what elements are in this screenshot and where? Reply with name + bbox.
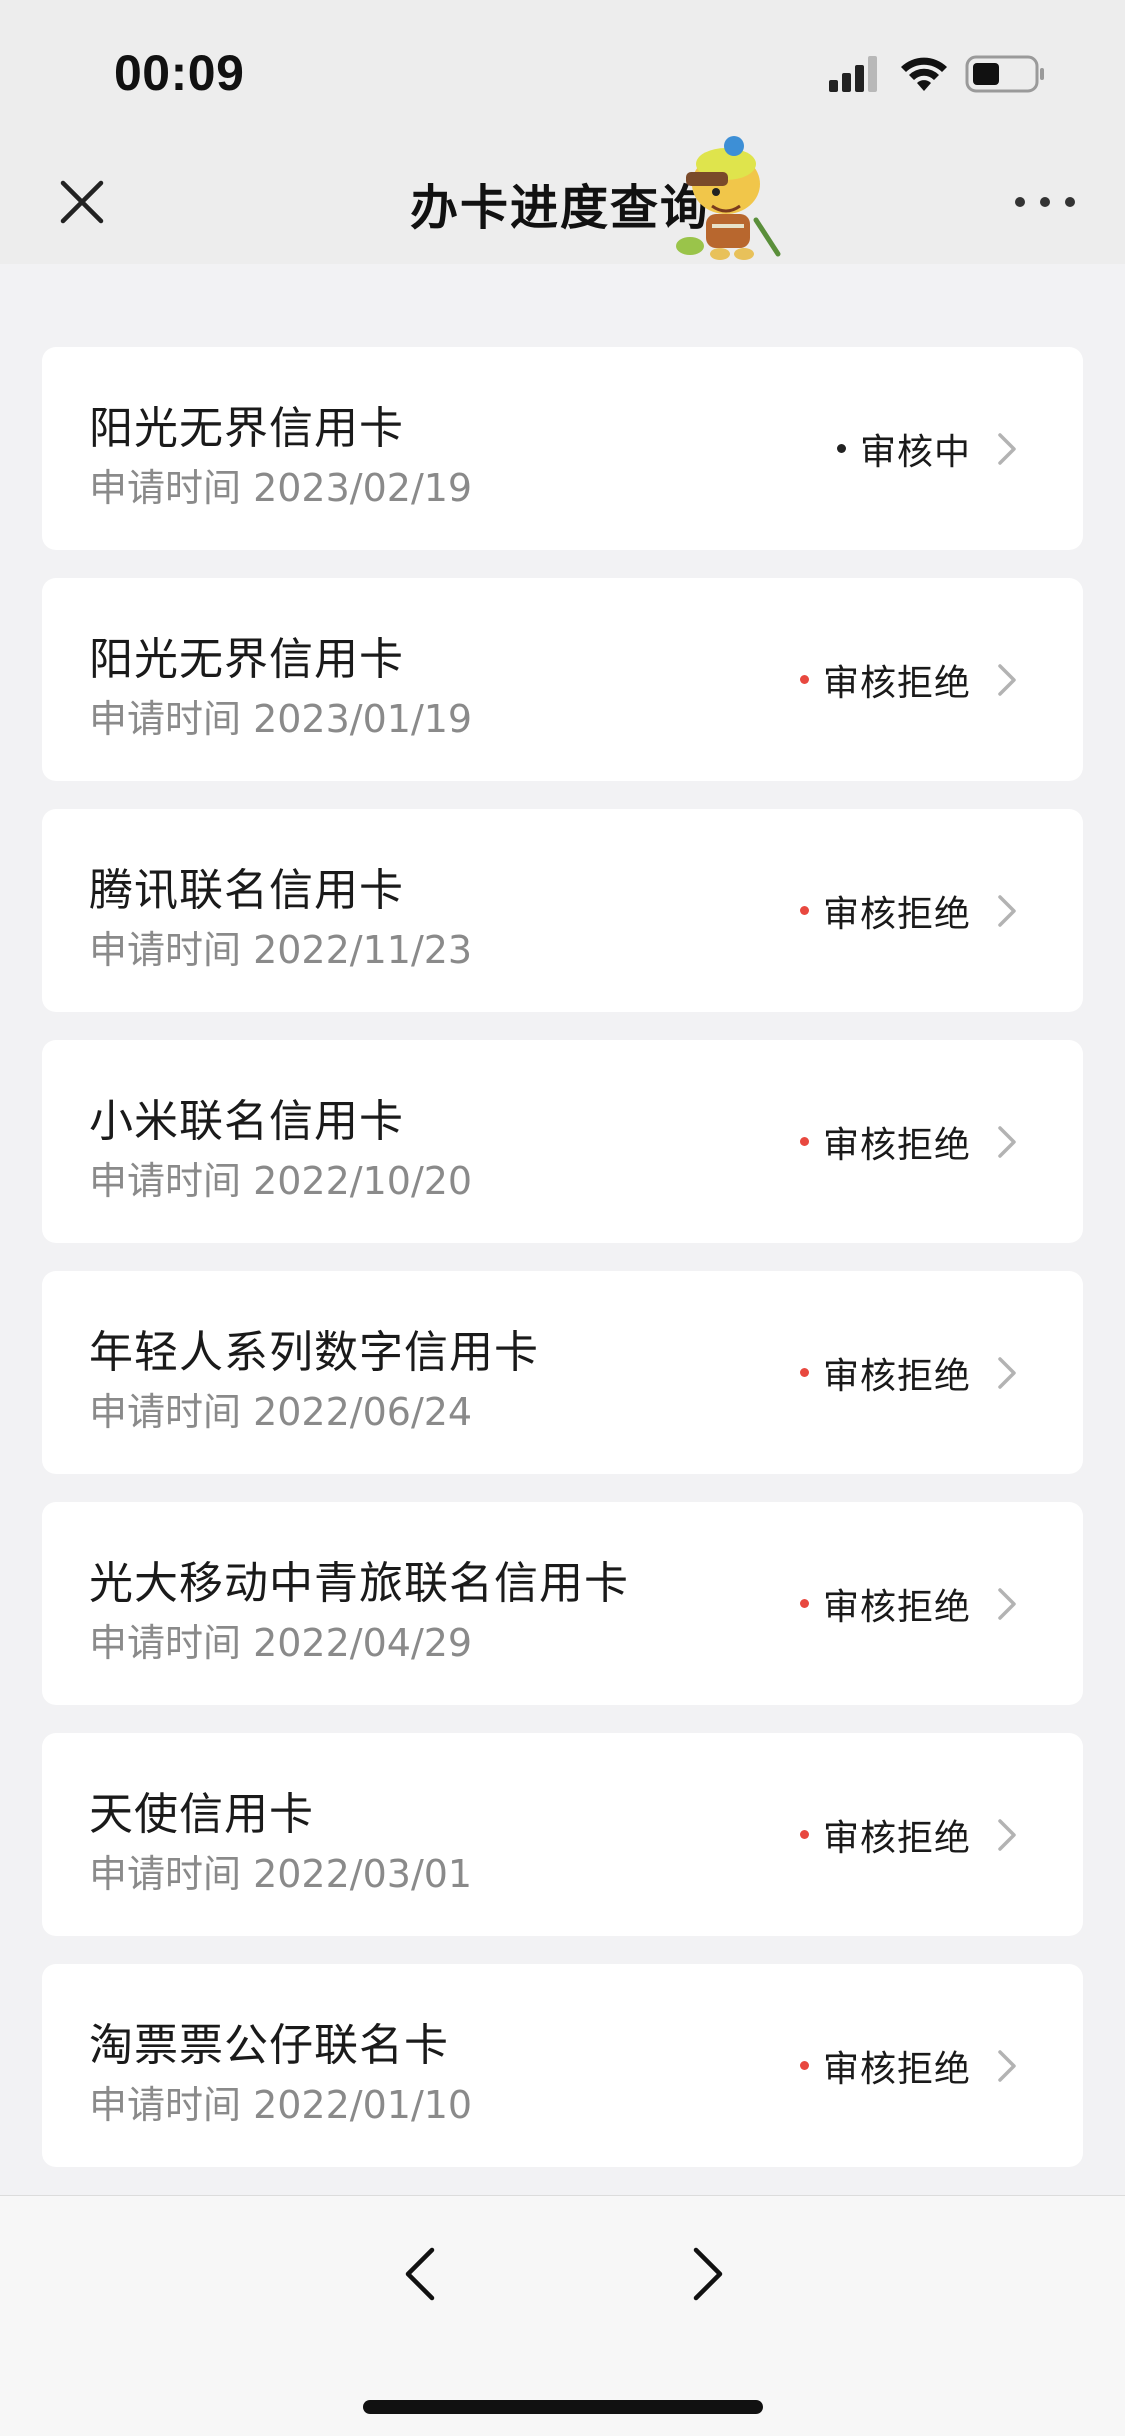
chevron-right-icon bbox=[998, 894, 1016, 927]
back-button[interactable] bbox=[392, 2234, 448, 2314]
status-text: 审核拒绝 bbox=[822, 1124, 971, 1166]
status-badge: 审核拒绝 bbox=[799, 1502, 1017, 1705]
status-text: 审核拒绝 bbox=[822, 1355, 971, 1397]
card-name: 光大移动中青旅联名信用卡 bbox=[89, 1558, 629, 1609]
status-text: 审核拒绝 bbox=[822, 1586, 971, 1628]
nav-bar: 办卡进度查询 bbox=[0, 136, 1125, 264]
status-dot bbox=[836, 444, 846, 453]
application-card[interactable]: 光大移动中青旅联名信用卡 申请时间 2022/04/29 审核拒绝 bbox=[42, 1502, 1083, 1705]
status-icons bbox=[827, 52, 1047, 96]
status-badge: 审核拒绝 bbox=[799, 1733, 1017, 1936]
status-bar: 00:09 bbox=[0, 0, 1125, 140]
chevron-right-icon bbox=[693, 2247, 723, 2301]
forward-button[interactable] bbox=[680, 2234, 736, 2314]
application-date: 申请时间 2022/03/01 bbox=[89, 1852, 473, 1896]
application-date: 申请时间 2022/04/29 bbox=[89, 1621, 473, 1665]
application-card[interactable]: 阳光无界信用卡 申请时间 2023/02/19 审核中 bbox=[42, 347, 1083, 550]
card-name: 年轻人系列数字信用卡 bbox=[89, 1327, 539, 1378]
status-dot bbox=[799, 1368, 809, 1377]
application-card[interactable]: 天使信用卡 申请时间 2022/03/01 审核拒绝 bbox=[42, 1733, 1083, 1936]
status-badge: 审核拒绝 bbox=[799, 1040, 1017, 1243]
mascot-sticker-icon bbox=[676, 136, 781, 260]
status-dot bbox=[799, 1830, 809, 1839]
status-dot bbox=[799, 1137, 809, 1146]
status-dot bbox=[799, 675, 809, 684]
status-badge: 审核拒绝 bbox=[799, 809, 1017, 1012]
status-text: 审核拒绝 bbox=[822, 2048, 971, 2090]
status-text: 审核拒绝 bbox=[822, 1817, 971, 1859]
status-text: 审核中 bbox=[859, 431, 971, 473]
application-card[interactable]: 阳光无界信用卡 申请时间 2023/01/19 审核拒绝 bbox=[42, 578, 1083, 781]
chevron-right-icon bbox=[998, 1125, 1016, 1158]
status-badge: 审核拒绝 bbox=[799, 578, 1017, 781]
chevron-right-icon bbox=[998, 1356, 1016, 1389]
application-card[interactable]: 小米联名信用卡 申请时间 2022/10/20 审核拒绝 bbox=[42, 1040, 1083, 1243]
card-name: 腾讯联名信用卡 bbox=[89, 865, 404, 916]
card-name: 小米联名信用卡 bbox=[89, 1096, 404, 1147]
application-date: 申请时间 2023/02/19 bbox=[89, 466, 473, 510]
application-card[interactable]: 年轻人系列数字信用卡 申请时间 2022/06/24 审核拒绝 bbox=[42, 1271, 1083, 1474]
more-button[interactable] bbox=[1015, 180, 1075, 224]
close-button[interactable] bbox=[52, 172, 112, 232]
status-badge: 审核拒绝 bbox=[799, 1271, 1017, 1474]
more-icon-dot bbox=[1065, 197, 1075, 207]
status-badge: 审核拒绝 bbox=[799, 1964, 1017, 2167]
application-card[interactable]: 腾讯联名信用卡 申请时间 2022/11/23 审核拒绝 bbox=[42, 809, 1083, 1012]
card-name: 阳光无界信用卡 bbox=[89, 634, 404, 685]
application-date: 申请时间 2022/11/23 bbox=[89, 928, 473, 972]
chevron-right-icon bbox=[998, 2049, 1016, 2082]
wifi-icon bbox=[901, 57, 947, 91]
application-date: 申请时间 2023/01/19 bbox=[89, 697, 473, 741]
close-icon bbox=[60, 180, 104, 224]
application-card[interactable]: 淘票票公仔联名卡 申请时间 2022/01/10 审核拒绝 bbox=[42, 1964, 1083, 2167]
application-date: 申请时间 2022/01/10 bbox=[89, 2083, 473, 2127]
chevron-right-icon bbox=[998, 1587, 1016, 1620]
status-text: 审核拒绝 bbox=[822, 662, 971, 704]
bottom-navigation-bar bbox=[0, 2195, 1125, 2436]
chevron-right-icon bbox=[998, 1818, 1016, 1851]
status-text: 审核拒绝 bbox=[822, 893, 971, 935]
status-time: 00:09 bbox=[114, 45, 245, 101]
more-icon-dot bbox=[1040, 197, 1050, 207]
status-dot bbox=[799, 2061, 809, 2070]
status-dot bbox=[799, 906, 809, 915]
application-list: 阳光无界信用卡 申请时间 2023/02/19 审核中 阳光无界信用卡 申请时间… bbox=[42, 347, 1083, 2195]
card-name: 天使信用卡 bbox=[89, 1789, 314, 1840]
chevron-right-icon bbox=[998, 432, 1016, 465]
battery-icon bbox=[965, 55, 1044, 93]
signal-icon bbox=[829, 56, 877, 92]
status-dot bbox=[799, 1599, 809, 1608]
application-date: 申请时间 2022/06/24 bbox=[89, 1390, 473, 1434]
home-indicator[interactable] bbox=[363, 2400, 763, 2414]
card-name: 淘票票公仔联名卡 bbox=[89, 2020, 449, 2071]
chevron-right-icon bbox=[998, 663, 1016, 696]
more-icon-dot bbox=[1015, 197, 1025, 207]
application-date: 申请时间 2022/10/20 bbox=[89, 1159, 473, 1203]
card-name: 阳光无界信用卡 bbox=[89, 403, 404, 454]
chevron-left-icon bbox=[405, 2247, 435, 2301]
status-badge: 审核中 bbox=[836, 347, 1017, 550]
